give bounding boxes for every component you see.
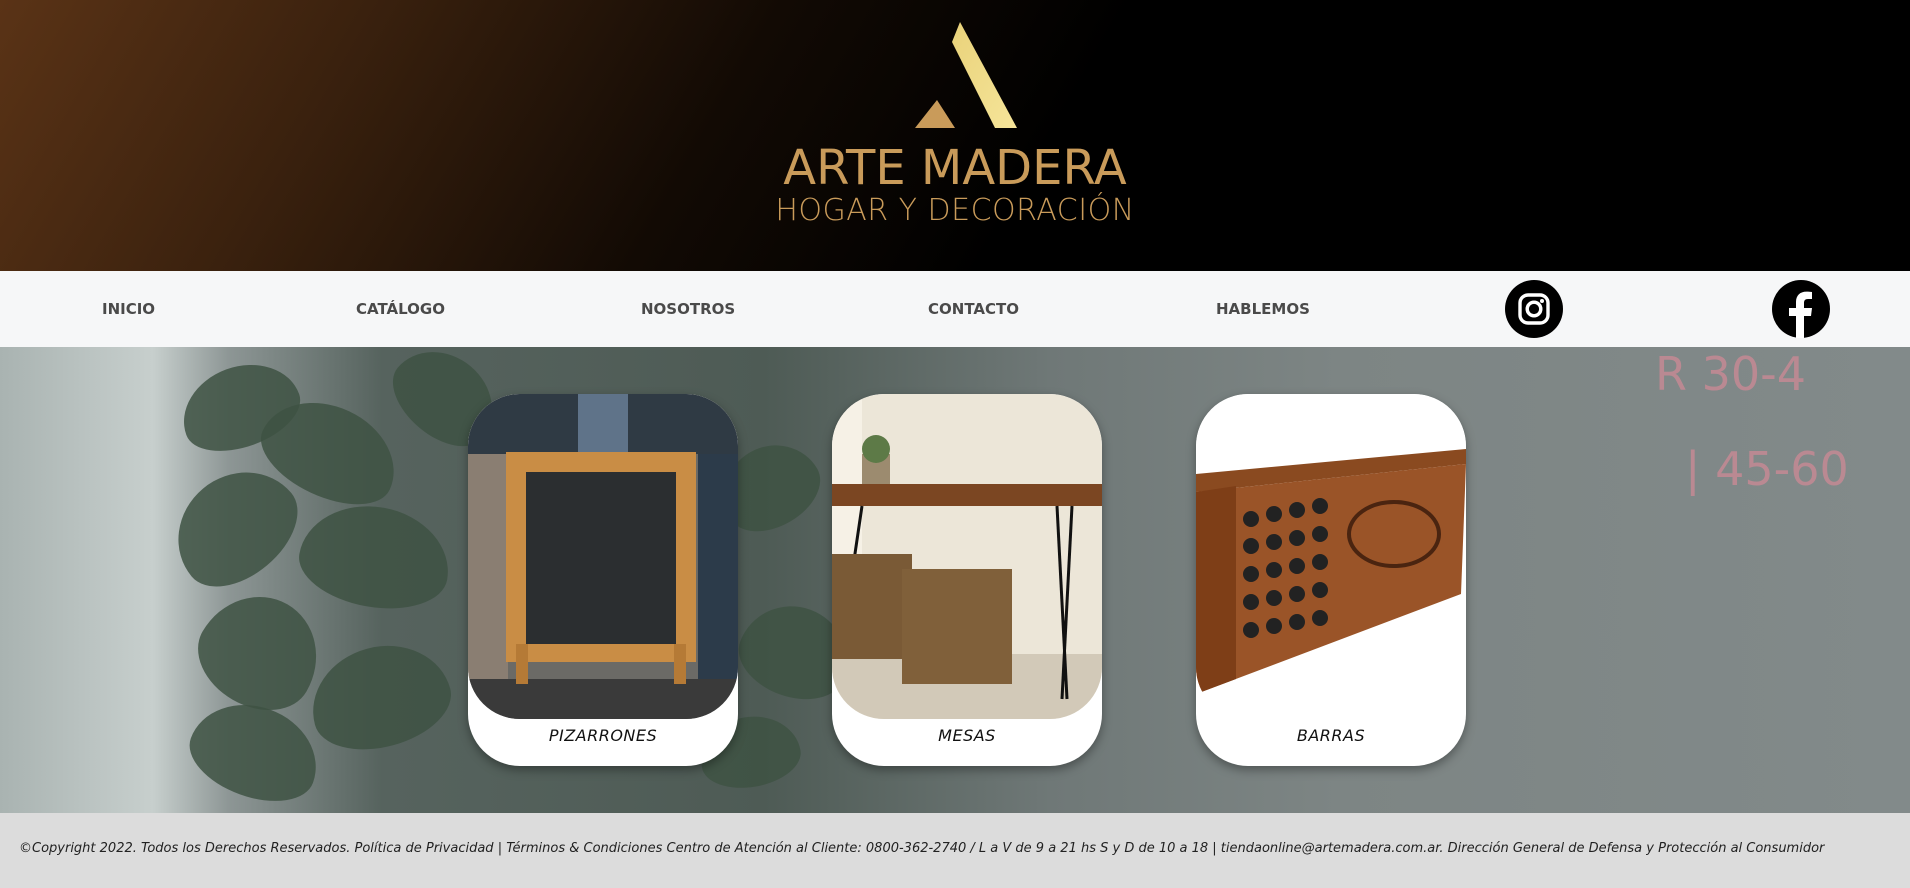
- facebook-icon: [1789, 291, 1812, 338]
- facebook-link[interactable]: [1772, 280, 1830, 338]
- category-label: BARRAS: [1296, 726, 1366, 745]
- instagram-icon: [1518, 293, 1550, 325]
- nav-item-nosotros[interactable]: NOSOTROS: [641, 271, 735, 347]
- brand-tagline: HOGAR Y DECORACIÓN: [775, 193, 1135, 228]
- category-card-barras[interactable]: BARRAS: [1196, 394, 1466, 766]
- footer-copyright: ©Copyright 2022. Todos los Derechos Rese…: [19, 841, 1825, 856]
- category-label: PIZARRONES: [548, 726, 658, 745]
- chalk-writing: R 30-4: [1655, 347, 1806, 401]
- pizarrones-image: [468, 394, 738, 719]
- category-label: MESAS: [938, 726, 996, 745]
- logo[interactable]: ARTE MADERA HOGAR Y DECORACIÓN: [0, 0, 1910, 271]
- nav-item-inicio[interactable]: INICIO: [102, 271, 155, 347]
- leaf-decoration: [178, 687, 332, 813]
- brand-name: ARTE MADERA: [783, 140, 1127, 196]
- site-header: ARTE MADERA HOGAR Y DECORACIÓN: [0, 0, 1910, 271]
- leaf-decoration: [299, 630, 461, 764]
- nav-item-hablemos[interactable]: HABLEMOS: [1216, 271, 1310, 347]
- logo-mark-icon: [915, 22, 1017, 128]
- chalk-writing: | 45-60: [1685, 442, 1849, 496]
- mesas-image: [832, 394, 1102, 719]
- nav-item-contacto[interactable]: CONTACTO: [928, 271, 1019, 347]
- site-footer: ©Copyright 2022. Todos los Derechos Rese…: [0, 813, 1910, 888]
- main-nav: INICIO CATÁLOGO NOSOTROS CONTACTO HABLEM…: [0, 271, 1910, 347]
- leaf-decoration: [292, 494, 458, 620]
- barras-image: [1196, 394, 1466, 719]
- nav-item-catalogo[interactable]: CATÁLOGO: [356, 271, 445, 347]
- category-card-mesas[interactable]: MESAS: [832, 394, 1102, 766]
- category-card-pizarrones[interactable]: PIZARRONES: [468, 394, 738, 766]
- instagram-link[interactable]: [1505, 280, 1563, 338]
